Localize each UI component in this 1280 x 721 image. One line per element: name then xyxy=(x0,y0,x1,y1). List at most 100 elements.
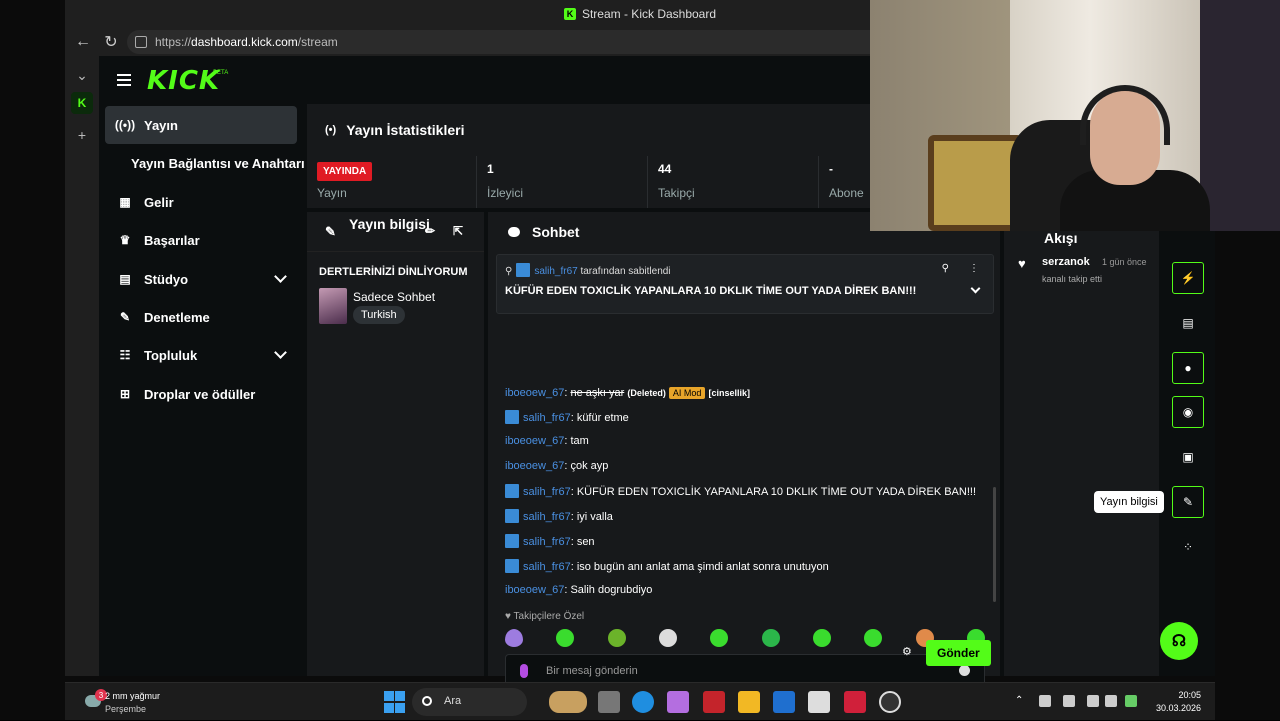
chat-message[interactable]: salih_fr67: iyi valla xyxy=(505,509,613,523)
chat-bubble-icon[interactable]: ● xyxy=(1172,352,1204,384)
battery-icon[interactable] xyxy=(1125,695,1137,707)
back-icon[interactable]: ← xyxy=(69,28,97,56)
emoji-icon[interactable] xyxy=(959,665,970,676)
stat-label: Yayın xyxy=(317,186,347,200)
emote-icon[interactable] xyxy=(812,629,831,647)
chat-username[interactable]: iboeoew_67 xyxy=(505,435,564,447)
add-tab-icon[interactable]: + xyxy=(71,124,93,146)
file-explorer-icon[interactable] xyxy=(738,691,760,713)
more-options-icon[interactable]: ⋮ xyxy=(969,263,979,274)
layout-icon[interactable]: ▣ xyxy=(1172,441,1204,473)
mcafee-icon[interactable] xyxy=(703,691,725,713)
chat-username[interactable]: iboeoew_67 xyxy=(505,387,564,399)
nav-item-label: Başarılar xyxy=(144,232,200,248)
stat-value: 1 xyxy=(487,162,494,176)
outlook-icon[interactable] xyxy=(773,691,795,713)
chevron-down-icon[interactable] xyxy=(970,283,981,294)
address-bar[interactable]: https://dashboard.kick.com/stream xyxy=(127,30,887,54)
popout-icon[interactable]: ⇱ xyxy=(453,224,463,238)
broadcast-icon[interactable]: ◉ xyxy=(1172,396,1204,428)
chat-username[interactable]: salih_fr67 xyxy=(523,536,571,548)
chat-message[interactable]: salih_fr67: iso bugün anı anlat ama şimd… xyxy=(505,559,829,573)
pinned-message[interactable]: ⚲ salih_fr67 tarafından sabitlendi KÜFÜR … xyxy=(496,254,994,314)
emote-icon[interactable] xyxy=(658,629,677,647)
emote-icon[interactable] xyxy=(505,629,523,647)
reload-icon[interactable]: ↻ xyxy=(97,28,125,56)
onedrive-icon[interactable] xyxy=(1039,695,1051,707)
clock-time: 20:05 xyxy=(1178,690,1201,700)
chat-username[interactable]: iboeoew_67 xyxy=(505,460,564,472)
nav-item-moderation[interactable]: ✎ Denetleme xyxy=(105,298,297,336)
tooltip: Yayın bilgisi xyxy=(1094,491,1164,513)
microphone-icon[interactable] xyxy=(520,664,528,678)
chat-message[interactable]: salih_fr67: KÜFÜR EDEN TOXICLİK YAPANLAR… xyxy=(505,484,976,498)
pinned-text: KÜFÜR EDEN TOXICLİK YAPANLARA 10 DKLIK T… xyxy=(505,285,917,297)
settings-gear-icon[interactable]: ⚙ xyxy=(902,645,912,658)
start-button[interactable] xyxy=(384,691,406,713)
menu-icon[interactable] xyxy=(117,74,131,86)
taskbar-search[interactable]: Ara xyxy=(412,688,527,716)
nav-item-stream[interactable]: ((•)) Yayın xyxy=(105,106,297,144)
emote-icon[interactable] xyxy=(761,629,780,647)
nav-item-revenue[interactable]: ▦ Gelir xyxy=(105,183,297,221)
nav-item-studio[interactable]: ▤ Stüdyo xyxy=(105,260,297,298)
quick-actions-icon[interactable]: ⚡ xyxy=(1172,262,1204,294)
nav-item-label: Gelir xyxy=(144,194,174,210)
wifi-icon[interactable] xyxy=(1087,695,1099,707)
task-view-icon[interactable] xyxy=(598,691,620,713)
copilot-icon[interactable] xyxy=(667,691,689,713)
store-icon[interactable] xyxy=(808,691,830,713)
community-icon[interactable]: ⁘ xyxy=(1172,531,1204,563)
kick-logo[interactable]: KICK xyxy=(147,66,220,96)
chevron-up-icon[interactable]: ⌃ xyxy=(1015,695,1027,707)
chat-username[interactable]: iboeoew_67 xyxy=(505,584,564,596)
chat-message[interactable]: iboeoew_67: çok ayp xyxy=(505,460,608,472)
wrench-icon[interactable]: ✎ xyxy=(1172,486,1204,518)
nav-item-drops[interactable]: ⊞ Droplar ve ödüller xyxy=(105,375,297,413)
chat-message[interactable]: salih_fr67: sen xyxy=(505,534,595,548)
widgets-icon[interactable] xyxy=(549,691,587,713)
clock-date: 30.03.2026 xyxy=(1155,703,1201,713)
feed-event-user[interactable]: serzanok xyxy=(1042,256,1090,268)
live-badge: YAYINDA xyxy=(317,162,373,181)
emote-icon[interactable] xyxy=(710,629,729,647)
site-info-icon[interactable] xyxy=(135,36,147,48)
kick-tab-icon[interactable]: K xyxy=(71,92,93,114)
edit-icon[interactable]: ✏ xyxy=(425,224,435,238)
clock[interactable]: 20:05 30.03.2026 xyxy=(1156,689,1201,715)
chat-message[interactable]: iboeoew_67: ne aşkı yar (Deleted) AI Mod… xyxy=(505,387,750,399)
obs-icon[interactable] xyxy=(879,691,901,713)
lively-icon[interactable] xyxy=(844,691,866,713)
community-icon: ☷ xyxy=(119,348,131,362)
chat-username[interactable]: salih_fr67 xyxy=(523,511,571,523)
nav-item-achievements[interactable]: ♛ Başarılar xyxy=(105,221,297,259)
unpin-icon[interactable]: ⚲ xyxy=(942,263,949,274)
microphone-icon[interactable] xyxy=(1063,695,1075,707)
volume-icon[interactable] xyxy=(1105,695,1117,707)
chat-scrollbar[interactable] xyxy=(993,487,996,602)
support-button[interactable]: ☊ xyxy=(1160,622,1198,660)
moderator-badge-icon xyxy=(505,410,519,424)
chat-username[interactable]: salih_fr67 xyxy=(523,412,571,424)
chat-input-placeholder: Bir mesaj gönderin xyxy=(546,665,638,677)
edge-icon[interactable] xyxy=(632,691,654,713)
chat-message[interactable]: iboeoew_67: Salih dogrubdiyo xyxy=(505,584,652,596)
kick-favicon-icon: K xyxy=(563,8,576,20)
revenue-icon: ▦ xyxy=(119,195,131,209)
emote-icon[interactable] xyxy=(556,629,575,647)
chat-username[interactable]: salih_fr67 xyxy=(523,486,571,498)
chat-text: : çok ayp xyxy=(564,460,609,472)
emote-icon[interactable] xyxy=(607,629,626,647)
chevron-down-icon[interactable]: ⌄ xyxy=(71,64,93,86)
category-name[interactable]: Sadece Sohbet xyxy=(353,290,435,304)
trophy-icon: ♛ xyxy=(119,233,131,247)
chat-username[interactable]: salih_fr67 xyxy=(523,561,571,573)
notes-icon[interactable]: ▤ xyxy=(1172,307,1204,339)
nav-item-stream-key[interactable]: Yayın Bağlantısı ve Anahtarı xyxy=(131,156,305,171)
chat-message[interactable]: iboeoew_67: tam xyxy=(505,435,589,447)
chat-message[interactable]: salih_fr67: küfür etme xyxy=(505,410,629,424)
pinned-user[interactable]: salih_fr67 xyxy=(534,266,577,277)
nav-item-community[interactable]: ☷ Topluluk xyxy=(105,336,297,374)
emote-icon[interactable] xyxy=(864,629,883,647)
send-button[interactable]: Gönder xyxy=(926,640,991,666)
